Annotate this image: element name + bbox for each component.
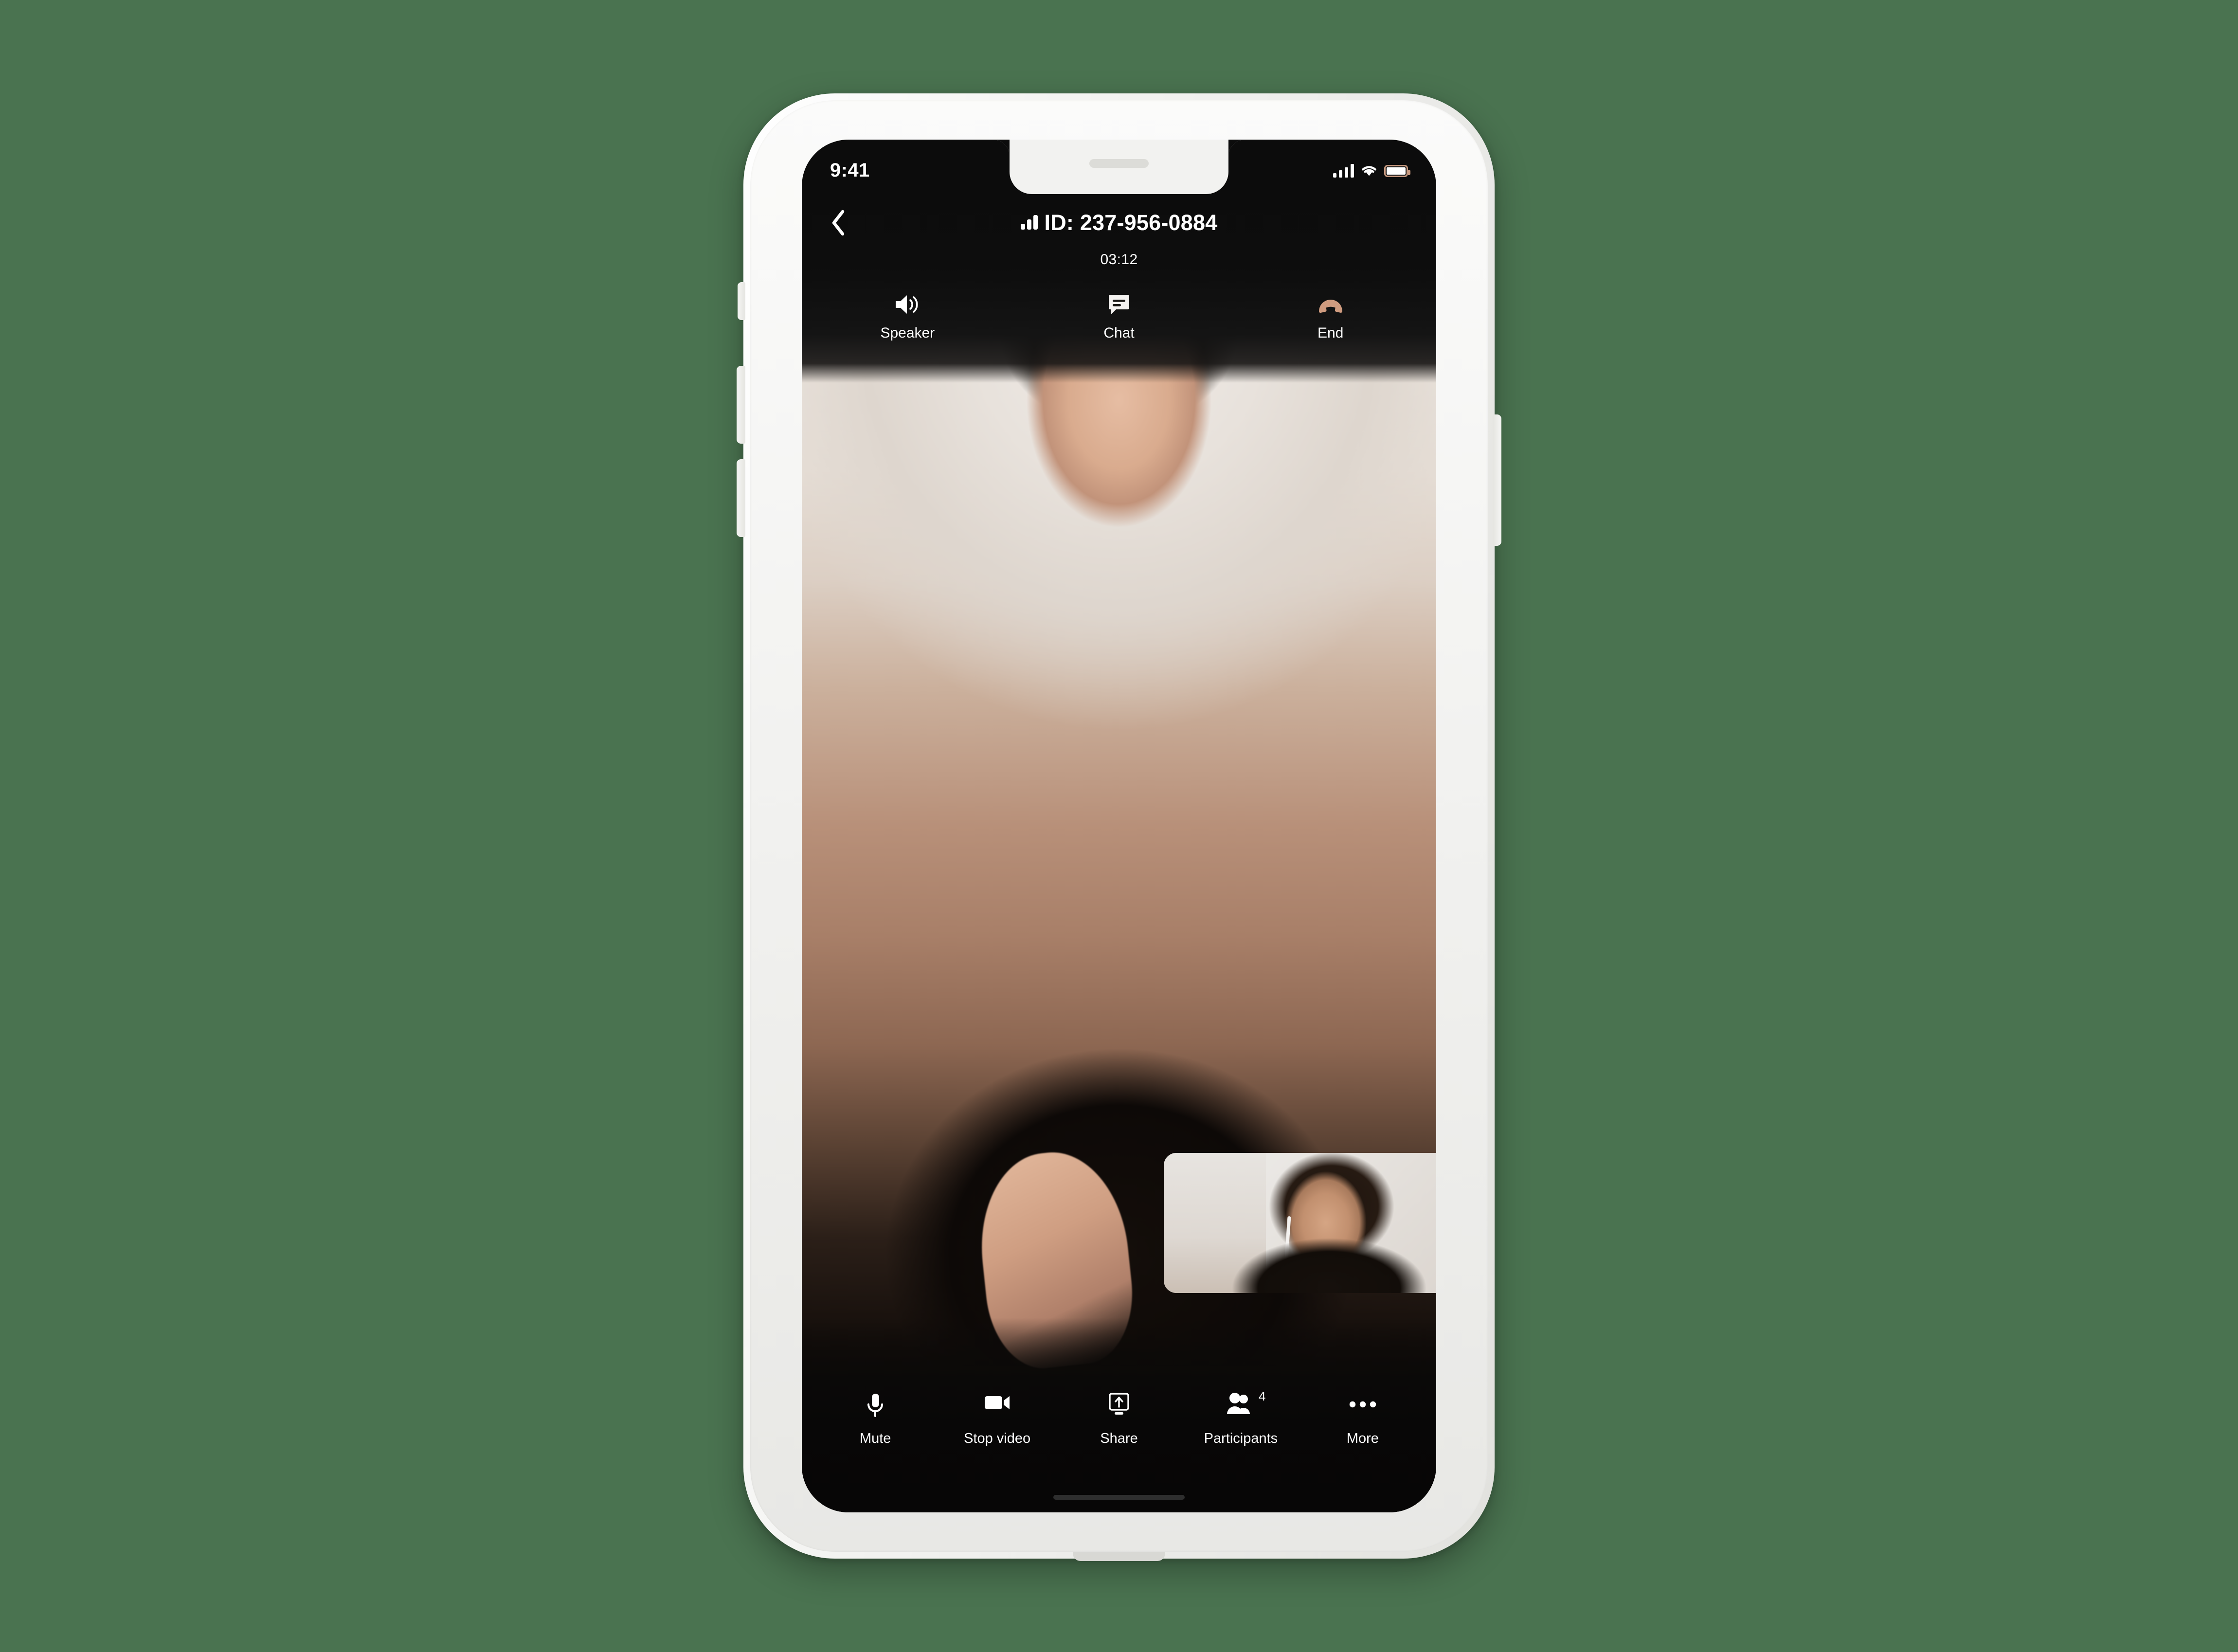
chat-bubble-icon	[1107, 292, 1131, 317]
call-header: ID: 237-956-0884	[802, 194, 1436, 251]
smartphone-device: 9:41 ID: 237-956-0884 03:12 Speaker Chat…	[737, 93, 1501, 1561]
back-button[interactable]	[823, 208, 853, 238]
wifi-icon	[1362, 166, 1376, 176]
volume-down-button[interactable]	[737, 459, 745, 537]
stop-video-button[interactable]: Stop video	[936, 1393, 1058, 1447]
meeting-id-text: ID: 237-956-0884	[1044, 210, 1218, 235]
volume-up-button[interactable]	[737, 366, 745, 444]
speaker-icon	[894, 292, 921, 317]
display-notch	[1010, 140, 1228, 194]
chat-label: Chat	[1103, 325, 1135, 341]
home-indicator[interactable]	[1053, 1495, 1185, 1500]
phone-screen: 9:41 ID: 237-956-0884 03:12 Speaker Chat…	[802, 140, 1436, 1512]
stop-video-label: Stop video	[964, 1431, 1031, 1446]
self-view-thumbnail[interactable]	[1164, 1153, 1436, 1293]
participants-button[interactable]: 4 Participants	[1180, 1389, 1301, 1447]
chat-button[interactable]: Chat	[1013, 292, 1225, 341]
screen-share-icon	[1108, 1393, 1130, 1420]
end-call-label: End	[1317, 325, 1344, 341]
connection-quality-icon	[1020, 215, 1038, 230]
power-button[interactable]	[1493, 414, 1501, 546]
participants-icon: 4	[1227, 1389, 1265, 1420]
bottom-speaker-cutout	[1073, 1552, 1165, 1561]
more-button[interactable]: More	[1302, 1393, 1424, 1447]
status-bar-time: 9:41	[830, 159, 870, 181]
meeting-id-group[interactable]: ID: 237-956-0884	[1020, 210, 1218, 235]
more-ellipsis-icon	[1349, 1393, 1376, 1420]
earpiece-speaker-icon	[1089, 159, 1149, 168]
mute-button[interactable]: Mute	[814, 1393, 936, 1447]
video-camera-icon	[984, 1393, 1011, 1420]
end-call-icon	[1317, 292, 1345, 317]
bottom-toolbar: Mute Stop video Share 4 Participants Mor…	[802, 1389, 1436, 1471]
status-bar-icons	[1333, 156, 1410, 178]
speaker-button[interactable]: Speaker	[802, 292, 1013, 341]
end-call-button[interactable]: End	[1225, 292, 1436, 341]
cellular-signal-icon	[1333, 164, 1354, 178]
top-toolbar: Speaker Chat End	[802, 286, 1436, 348]
silent-switch-button[interactable]	[738, 282, 745, 320]
back-chevron-icon	[832, 210, 845, 236]
speaker-label: Speaker	[880, 325, 935, 341]
participants-count-badge: 4	[1258, 1389, 1266, 1403]
more-label: More	[1346, 1431, 1379, 1446]
participants-label: Participants	[1204, 1431, 1278, 1446]
battery-icon	[1384, 164, 1410, 177]
microphone-icon	[865, 1393, 885, 1420]
share-label: Share	[1100, 1431, 1138, 1446]
mute-label: Mute	[859, 1431, 891, 1446]
share-button[interactable]: Share	[1058, 1393, 1180, 1447]
call-duration-text: 03:12	[1100, 251, 1138, 268]
